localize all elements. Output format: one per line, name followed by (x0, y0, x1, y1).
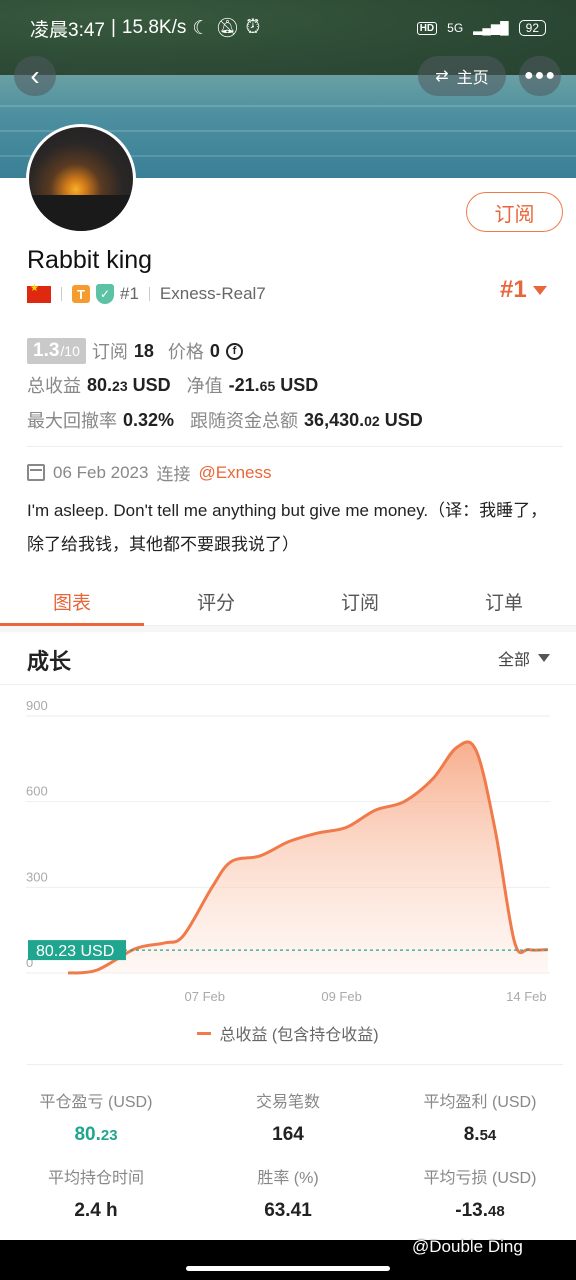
total-profit-label: 总收益 (27, 376, 81, 396)
stat-win-rate: 胜率 (%) 63.41 (257, 1170, 319, 1221)
alarm-icon: ⏰︎ (245, 17, 261, 38)
verified-shield-icon: ✓ (96, 284, 114, 304)
joined-label: 连接 (156, 465, 191, 484)
x-tick-label: 07 Feb (185, 989, 225, 1004)
follow-funds-dec: 02 (364, 412, 380, 429)
rank-big-label: #1 (500, 276, 527, 303)
score-badge: 1.3 /10 (27, 338, 86, 364)
price-value: 0 (209, 340, 220, 361)
divider (27, 1064, 563, 1065)
score-max: /10 (60, 343, 80, 359)
legend-swatch (197, 1031, 212, 1035)
divider (0, 684, 576, 685)
y-tick-label: 600 (26, 784, 48, 799)
more-button[interactable]: ●●● (519, 56, 561, 96)
total-profit-unit: USD (132, 374, 171, 395)
rank-small: #1 (120, 284, 139, 303)
chart-legend: 总收益 (包含持仓收益) (0, 1022, 576, 1044)
current-value-label: 80.23 USD (36, 943, 114, 960)
follow-funds-unit: USD (384, 409, 423, 430)
avatar[interactable] (26, 124, 136, 234)
x-tick-label: 09 Feb (321, 989, 361, 1004)
status-speed: 15.8K/s (121, 17, 187, 38)
subscribers-label: 订阅 (91, 342, 128, 362)
china-flag-icon (27, 283, 51, 303)
home-label: 主页 (456, 70, 489, 87)
tab-orders[interactable]: 订单 (432, 578, 576, 625)
equity-int: -21. (228, 374, 260, 395)
watermark: @Double Ding (412, 1237, 523, 1256)
divider (27, 446, 563, 447)
follow-funds-int: 36,430. (304, 409, 365, 430)
home-indicator[interactable] (186, 1266, 390, 1271)
coin-icon: f (225, 342, 243, 360)
stat-closed-pnl: 平仓盈亏 (USD) 80.23 (39, 1094, 153, 1145)
tab-subscribe[interactable]: 订阅 (288, 578, 432, 625)
stat-avg-loss: 平均亏损 (USD) -13.48 (423, 1170, 537, 1221)
equity-dec: 65 (259, 377, 276, 394)
back-button[interactable]: ‹ (14, 56, 56, 96)
total-profit-int: 80. (87, 374, 113, 395)
more-icon: ●●● (524, 67, 556, 84)
broker-link[interactable]: @Exness (198, 463, 271, 483)
bio-text: I'm asleep. Don't tell me anything but g… (27, 501, 548, 554)
equity-unit: USD (280, 374, 319, 395)
trader-tags: T ✓ #1 Exness-Real7 (27, 282, 266, 306)
stat-avg-profit: 平均盈利 (USD) 8.54 (423, 1094, 537, 1145)
legend-label: 总收益 (包含持仓收益) (219, 1027, 379, 1044)
score-row: 1.3 /10 订阅 18 价格 0 f (27, 338, 243, 364)
subscribe-button[interactable]: 订阅 (466, 192, 563, 232)
growth-area (68, 741, 548, 973)
total-profit-dec: 23 (112, 377, 128, 394)
drawdown-value: 0.32% (123, 409, 175, 430)
stat-trade-count: 交易笔数 164 (255, 1094, 320, 1145)
tab-chart[interactable]: 图表 (0, 578, 144, 626)
y-tick-label: 900 (26, 698, 48, 713)
home-button[interactable]: ⇄ 主页 (418, 56, 506, 96)
signal-icon: ▂▄▆█ (473, 21, 509, 35)
status-bar: 凌晨3:47 | 15.8K/s ☾ 🔕︎ ⏰︎ HD 5G ▂▄▆█ 92 (30, 14, 546, 42)
status-time: 凌晨3:47 (30, 19, 105, 41)
stat-avg-hold-time: 平均持仓时间 2.4 h (47, 1170, 144, 1221)
subscribers-count: 18 (133, 340, 154, 361)
tab-rating[interactable]: 评分 (144, 578, 288, 625)
range-filter-label: 全部 (498, 652, 531, 669)
moon-icon: ☾ (192, 17, 210, 39)
equity-label: 净值 (186, 376, 223, 396)
swap-icon: ⇄ (435, 68, 449, 85)
price-label: 价格 (167, 342, 204, 362)
follow-funds-label: 跟随资金总额 (190, 411, 299, 431)
tab-bar: 图表 评分 订阅 订单 (0, 578, 576, 626)
stats-grid: 平仓盈亏 (USD) 80.23 交易笔数 164 平均盈利 (USD) 8.5… (0, 1066, 576, 1236)
mute-bell-icon: 🔕︎ (215, 18, 240, 39)
score-value: 1.3 (33, 340, 60, 361)
chevron-left-icon: ‹ (30, 60, 40, 91)
battery-icon: 92 (518, 20, 546, 36)
rank-dropdown[interactable]: #1 (500, 276, 547, 304)
calendar-icon (27, 464, 45, 481)
chart-section-title: 成长 (27, 649, 72, 674)
section-gap (0, 626, 576, 632)
network-icon: 5G (447, 21, 464, 35)
hd-icon: HD (416, 21, 438, 35)
profit-row: 总收益 80.23 USD 净值 -21.65 USD (27, 372, 318, 398)
triangle-down-icon (532, 285, 547, 295)
y-tick-label: 300 (26, 869, 48, 884)
trader-name: Rabbit king (27, 246, 153, 274)
joined-date: 06 Feb 2023 (53, 462, 149, 482)
drawdown-row: 最大回撤率 0.32% 跟随资金总额 36,430.02 USD (27, 407, 423, 433)
triangle-down-icon (538, 654, 551, 662)
range-filter[interactable]: 全部 (498, 646, 551, 670)
t-badge-icon: T (72, 285, 90, 303)
server-name: Exness-Real7 (159, 284, 266, 303)
drawdown-label: 最大回撤率 (27, 411, 117, 431)
growth-chart[interactable]: 900600300007 Feb 09 Feb 14 Feb 80.23 USD (0, 690, 576, 1020)
joined-info: 06 Feb 2023 连接 @Exness (27, 460, 271, 485)
x-tick-label: 14 Feb (506, 989, 546, 1004)
